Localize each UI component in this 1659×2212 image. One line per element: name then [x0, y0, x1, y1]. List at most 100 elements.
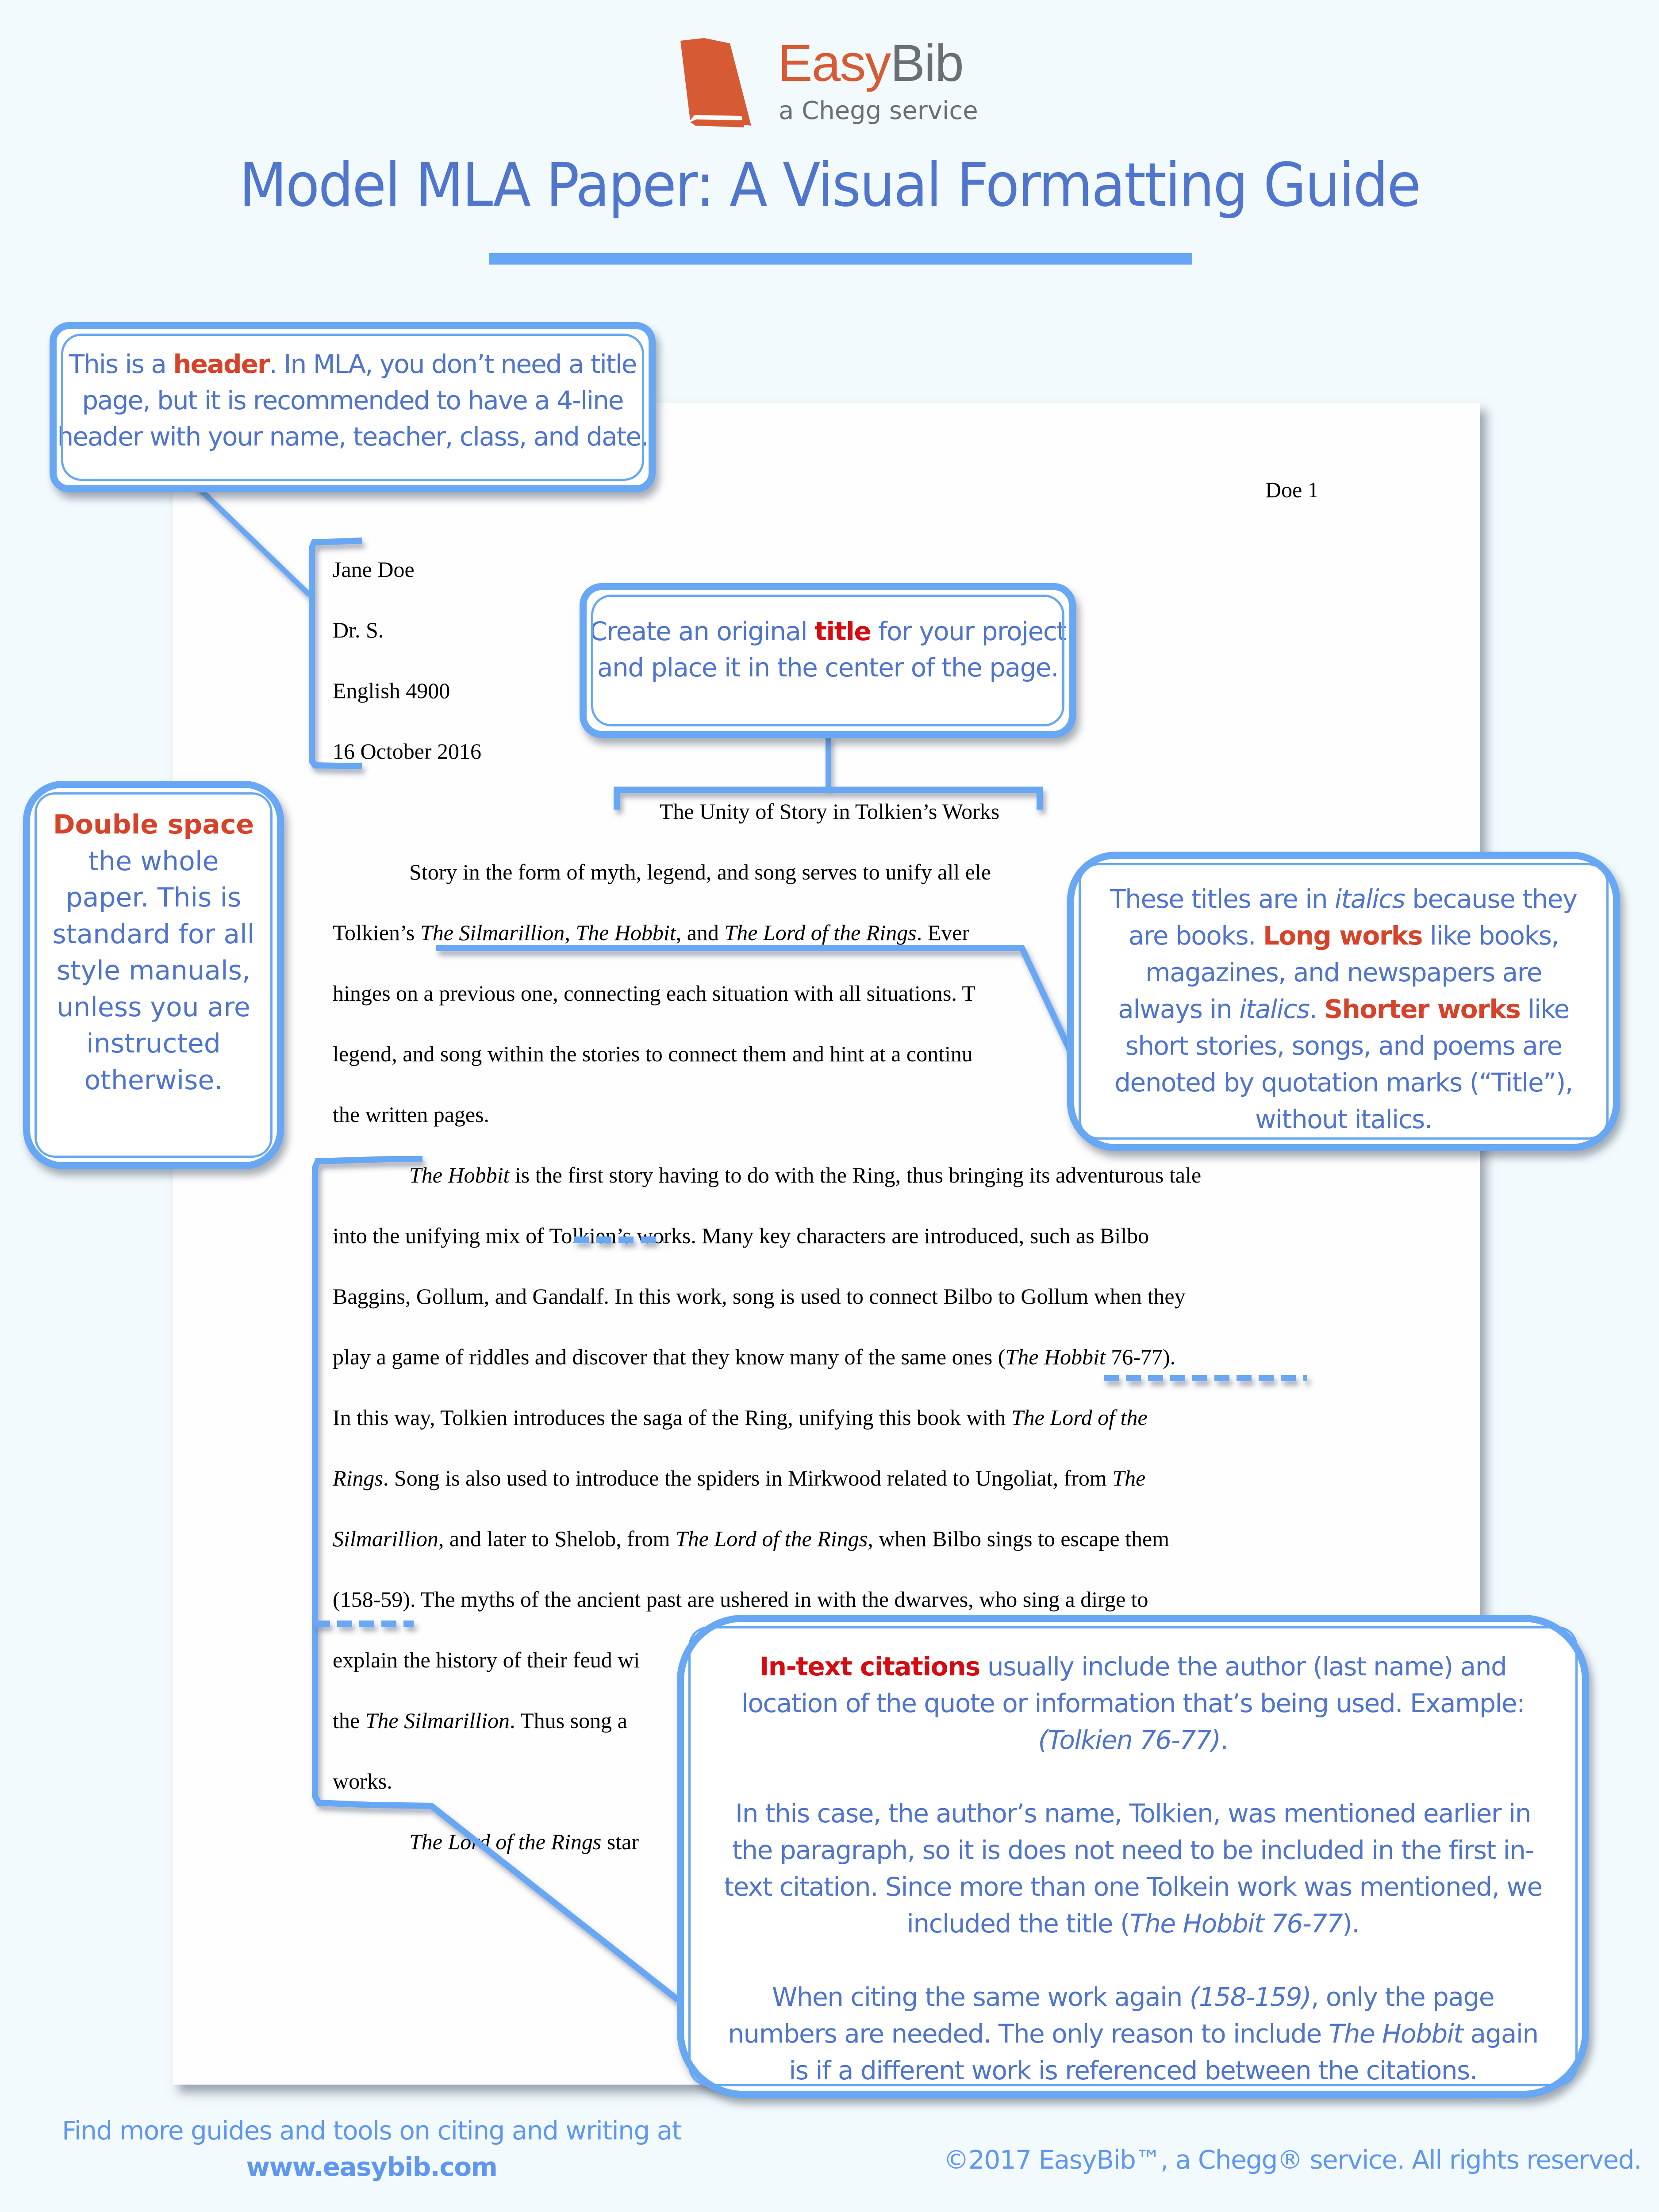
body-line: Story in the form of myth, legend, and s…	[409, 859, 991, 885]
italics-callout: These titles are in italics because they…	[1067, 852, 1620, 1151]
heading-line: 16 October 2016	[333, 739, 482, 764]
callout-text-run: ).	[1342, 1909, 1360, 1939]
callout-emphasis: In-text citations	[759, 1651, 981, 1682]
italic-title: Rings	[333, 1466, 383, 1490]
text-run: into the unifying mix of Tolkien’s works…	[333, 1223, 1149, 1248]
brand-bib: Bib	[890, 34, 964, 92]
text-run: the	[333, 1708, 365, 1733]
title-callout: Create an original title for your projec…	[580, 583, 1076, 738]
body-line: explain the history of their feud wi	[333, 1647, 640, 1673]
text-run: 76-77).	[1105, 1344, 1176, 1369]
callout-emphasis: title	[814, 616, 872, 646]
text-run: Story in the form of myth, legend, and s…	[409, 860, 991, 884]
heading-line: Dr. S.	[333, 618, 384, 642]
body-line: In this way, Tolkien introduces the saga…	[333, 1405, 1148, 1430]
text-run: explain the history of their feud wi	[333, 1647, 640, 1672]
body-line: the written pages.	[333, 1102, 489, 1127]
callout-text-run: This is a	[69, 349, 173, 379]
body-line: The Lord of the Rings star	[409, 1829, 639, 1855]
italic-title: The Hobbit	[409, 1163, 510, 1187]
book-icon	[680, 38, 751, 127]
body-line: Tolkien’s The Silmarillion, The Hobbit, …	[333, 920, 969, 945]
text-run: , and later to Shelob, from	[438, 1526, 676, 1551]
callout-emphasis: Long works	[1263, 921, 1423, 951]
intext-paragraph-2: In this case, the author’s name, Tolkien…	[719, 1795, 1547, 1942]
italic-title: The	[1112, 1466, 1146, 1490]
text-run: Baggins, Gollum, and Gandalf. In this wo…	[333, 1284, 1186, 1309]
italic-title: The Lord of the Rings	[675, 1526, 868, 1551]
italic-title: The Lord of the	[1011, 1405, 1148, 1430]
body-line: legend, and song within the stories to c…	[333, 1041, 973, 1067]
intext-paragraph-3: When citing the same work again (158-159…	[719, 1979, 1547, 2089]
title-underline-divider	[489, 253, 1192, 265]
callout-emphasis: The Hobbit	[1329, 2019, 1463, 2049]
page-title: Model MLA Paper: A Visual Formatting Gui…	[239, 150, 1421, 220]
body-line: hinges on a previous one, connecting eac…	[333, 980, 975, 1006]
body-line: works.	[333, 1768, 392, 1794]
in-text-citations-callout-text: In-text citations usually include the au…	[719, 1648, 1547, 2089]
easybib-logo[interactable]: EasyBib a Chegg service	[677, 35, 1013, 132]
callout-text-run: .	[1220, 1725, 1228, 1755]
double-space-callout: Double space the whole paper. This is st…	[23, 781, 284, 1169]
callout-emphasis: The Hobbit 76-77	[1129, 1909, 1343, 1939]
text-run: is the first story having to do with the…	[509, 1163, 1202, 1187]
text-run: hinges on a previous one, connecting eac…	[333, 981, 975, 1006]
brand-name: EasyBib	[778, 34, 964, 92]
text-run: , when Bilbo sings to escape them	[868, 1526, 1170, 1551]
text-run: ,	[565, 920, 576, 945]
text-run: . Thus song a	[510, 1708, 627, 1733]
italic-title: The Hobbit	[1005, 1344, 1106, 1369]
text-run: the written pages.	[333, 1102, 490, 1127]
italic-title: The Hobbit	[576, 920, 676, 945]
callout-text-run: These titles are in	[1110, 884, 1335, 914]
in-text-citations-callout: In-text citations usually include the au…	[677, 1615, 1589, 2098]
text-run: . Song is also used to introduce the spi…	[383, 1466, 1113, 1490]
heading-line: English 4900	[333, 678, 450, 703]
body-line: Silmarillion, and later to Shelob, from …	[333, 1526, 1169, 1551]
italic-title: The Lord of the Rings	[724, 920, 917, 945]
text-run: legend, and song within the stories to c…	[333, 1041, 973, 1066]
heading-line: Jane Doe	[333, 557, 415, 582]
text-run: In this way, Tolkien introduces the saga…	[333, 1405, 1011, 1430]
header-callout-text: This is a header. In MLA, you don’t need…	[57, 346, 649, 455]
callout-emphasis: italics	[1335, 884, 1406, 914]
callout-emphasis: (Tolkien 76-77)	[1038, 1725, 1221, 1755]
callout-text-run: .	[1309, 994, 1325, 1024]
body-line: into the unifying mix of Tolkien’s works…	[333, 1223, 1149, 1248]
easybib-url-link[interactable]: www.easybib.com	[27, 2149, 717, 2185]
callout-text-run: Create an original	[589, 616, 815, 646]
callout-emphasis: Double space	[53, 809, 254, 840]
callout-emphasis: (158-159)	[1189, 1982, 1312, 2012]
brand-tagline: a Chegg service	[779, 96, 978, 125]
double-space-callout-text: Double space the whole paper. This is st…	[48, 806, 259, 1098]
callout-emphasis: Shorter works	[1324, 994, 1521, 1024]
text-run: works.	[333, 1769, 392, 1793]
callout-text-run: When citing the same work again	[772, 1982, 1190, 2012]
title-callout-text: Create an original title for your projec…	[587, 613, 1069, 686]
callout-emphasis: italics	[1239, 994, 1310, 1024]
body-line: (158-59). The myths of the ancient past …	[333, 1586, 1148, 1612]
text-run: Tolkien’s	[333, 920, 420, 945]
text-run: (158-59). The myths of the ancient past …	[333, 1587, 1148, 1612]
callout-text-run: the whole paper. This is standard for al…	[52, 845, 255, 1096]
italic-title: The Lord of the Rings	[409, 1829, 602, 1854]
footer-promo-text: Find more guides and tools on citing and…	[62, 2116, 682, 2146]
copyright-notice: ©2017 EasyBib™, a Chegg® service. All ri…	[943, 2145, 1642, 2175]
footer-promo: Find more guides and tools on citing and…	[27, 2112, 717, 2185]
brand-easy: Easy	[778, 34, 891, 92]
callout-emphasis: header	[173, 349, 270, 379]
text-run: , and	[676, 920, 725, 945]
italics-callout-text: These titles are in italics because they…	[1101, 881, 1586, 1138]
header-callout: This is a header. In MLA, you don’t need…	[50, 322, 656, 492]
page-number-header: Doe 1	[1265, 477, 1319, 502]
text-run: play a game of riddles and discover that…	[333, 1344, 1006, 1369]
text-run: . Ever	[916, 920, 970, 945]
body-line: play a game of riddles and discover that…	[333, 1344, 1175, 1370]
text-run: star	[601, 1829, 639, 1854]
body-line: Baggins, Gollum, and Gandalf. In this wo…	[333, 1283, 1186, 1309]
italic-title: The Silmarillion	[420, 920, 565, 945]
italic-title: Silmarillion	[333, 1526, 438, 1551]
body-line: The Hobbit is the first story having to …	[409, 1162, 1201, 1188]
italic-title: The Silmarillion	[365, 1708, 510, 1733]
body-line: the The Silmarillion. Thus song a	[333, 1708, 627, 1733]
